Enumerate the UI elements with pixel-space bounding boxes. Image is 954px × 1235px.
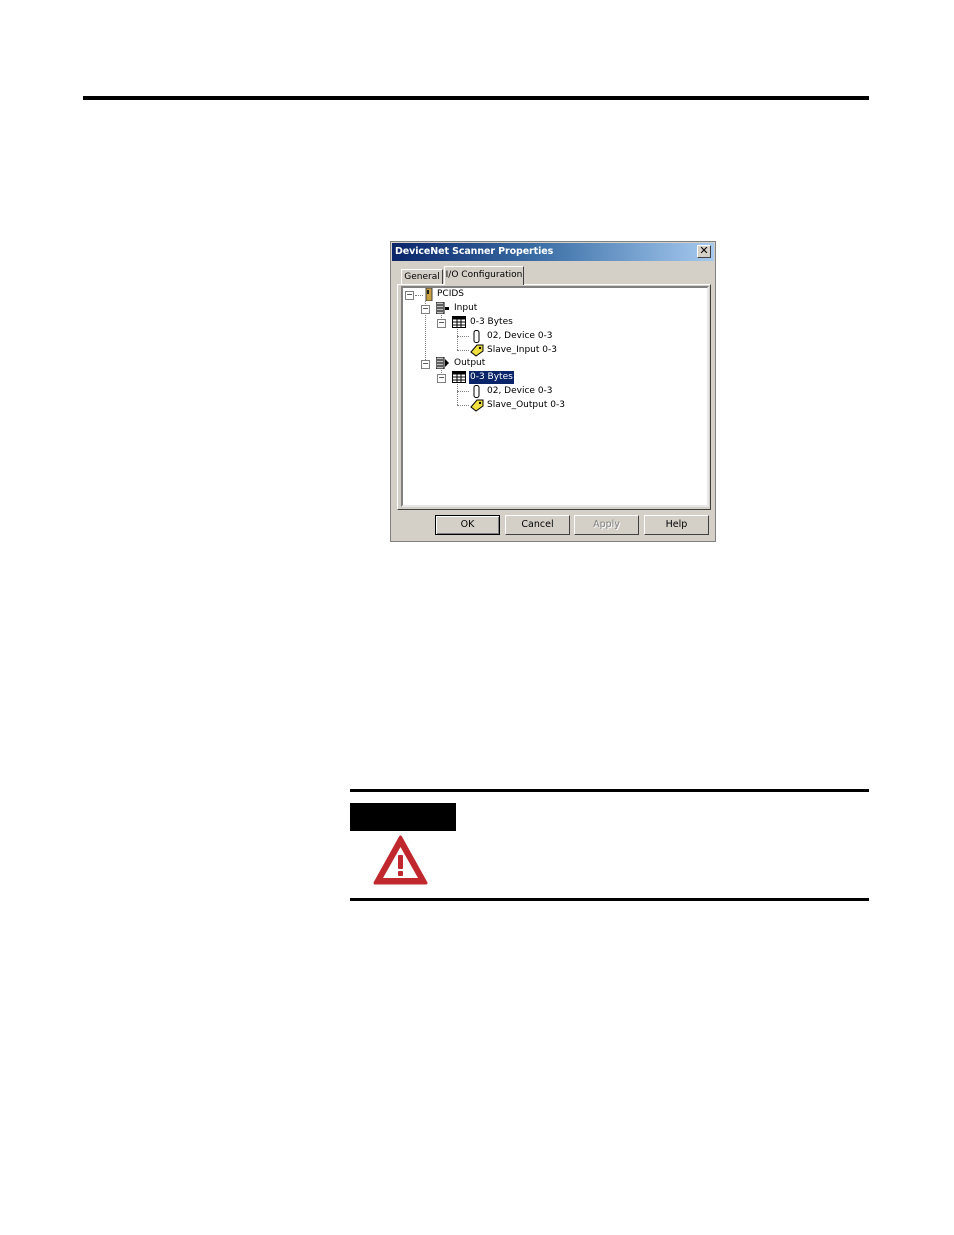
tree-expander-output-bytes[interactable]: − [437, 374, 446, 383]
tree-connector [457, 391, 469, 392]
apply-button[interactable]: Apply [574, 515, 639, 535]
close-button[interactable]: ✕ [697, 245, 711, 258]
help-button[interactable]: Help [644, 515, 709, 535]
tab-io-configuration[interactable]: I/O Configuration [444, 266, 524, 285]
devicenet-scanner-properties-dialog: DeviceNet Scanner Properties ✕ General I… [390, 241, 716, 542]
tree-expander-input-bytes[interactable]: − [437, 319, 446, 328]
byte-table-icon [452, 316, 466, 328]
tree-connector [457, 350, 469, 351]
warning-triangle-icon [373, 835, 428, 885]
device-icon [473, 330, 480, 343]
io-tree-view[interactable]: − PCIDS − Input − 0-3 Bytes 02, Device 0… [401, 286, 709, 507]
dialog-title: DeviceNet Scanner Properties [395, 246, 554, 257]
tree-connector [457, 336, 469, 337]
tree-node-input-bytes[interactable]: 0-3 Bytes [470, 316, 513, 329]
ok-button[interactable]: OK [435, 515, 500, 535]
tree-node-input[interactable]: Input [454, 302, 477, 315]
tree-expander-input[interactable]: − [421, 305, 430, 314]
byte-table-icon [452, 371, 466, 383]
warning-rule-top [350, 789, 869, 792]
tree-node-input-device[interactable]: 02, Device 0-3 [487, 330, 553, 343]
tag-icon [470, 344, 484, 357]
tree-connector [415, 295, 423, 296]
tree-node-output[interactable]: Output [454, 357, 485, 370]
tree-connector [457, 329, 458, 350]
scanner-device-icon [425, 288, 433, 301]
tree-node-slave-input[interactable]: Slave_Input 0-3 [487, 344, 557, 357]
close-icon: ✕ [699, 244, 709, 257]
title-bar[interactable]: DeviceNet Scanner Properties ✕ [392, 243, 714, 261]
tree-node-pcids[interactable]: PCIDS [437, 288, 464, 301]
device-icon [473, 385, 480, 398]
tab-general[interactable]: General [401, 269, 443, 285]
cancel-button[interactable]: Cancel [505, 515, 570, 535]
tree-node-output-bytes[interactable]: 0-3 Bytes [469, 371, 514, 384]
tree-connector [457, 384, 458, 405]
tree-expander-root[interactable]: − [405, 291, 414, 300]
warning-label-bar [350, 803, 456, 831]
input-module-icon [436, 302, 449, 314]
tree-expander-output[interactable]: − [421, 360, 430, 369]
tree-connector [457, 405, 469, 406]
output-module-icon [436, 357, 449, 369]
tree-node-slave-output[interactable]: Slave_Output 0-3 [487, 399, 565, 412]
header-rule [83, 96, 869, 100]
tag-icon [470, 399, 484, 412]
tree-node-output-device[interactable]: 02, Device 0-3 [487, 385, 553, 398]
warning-rule-bottom [350, 898, 869, 901]
